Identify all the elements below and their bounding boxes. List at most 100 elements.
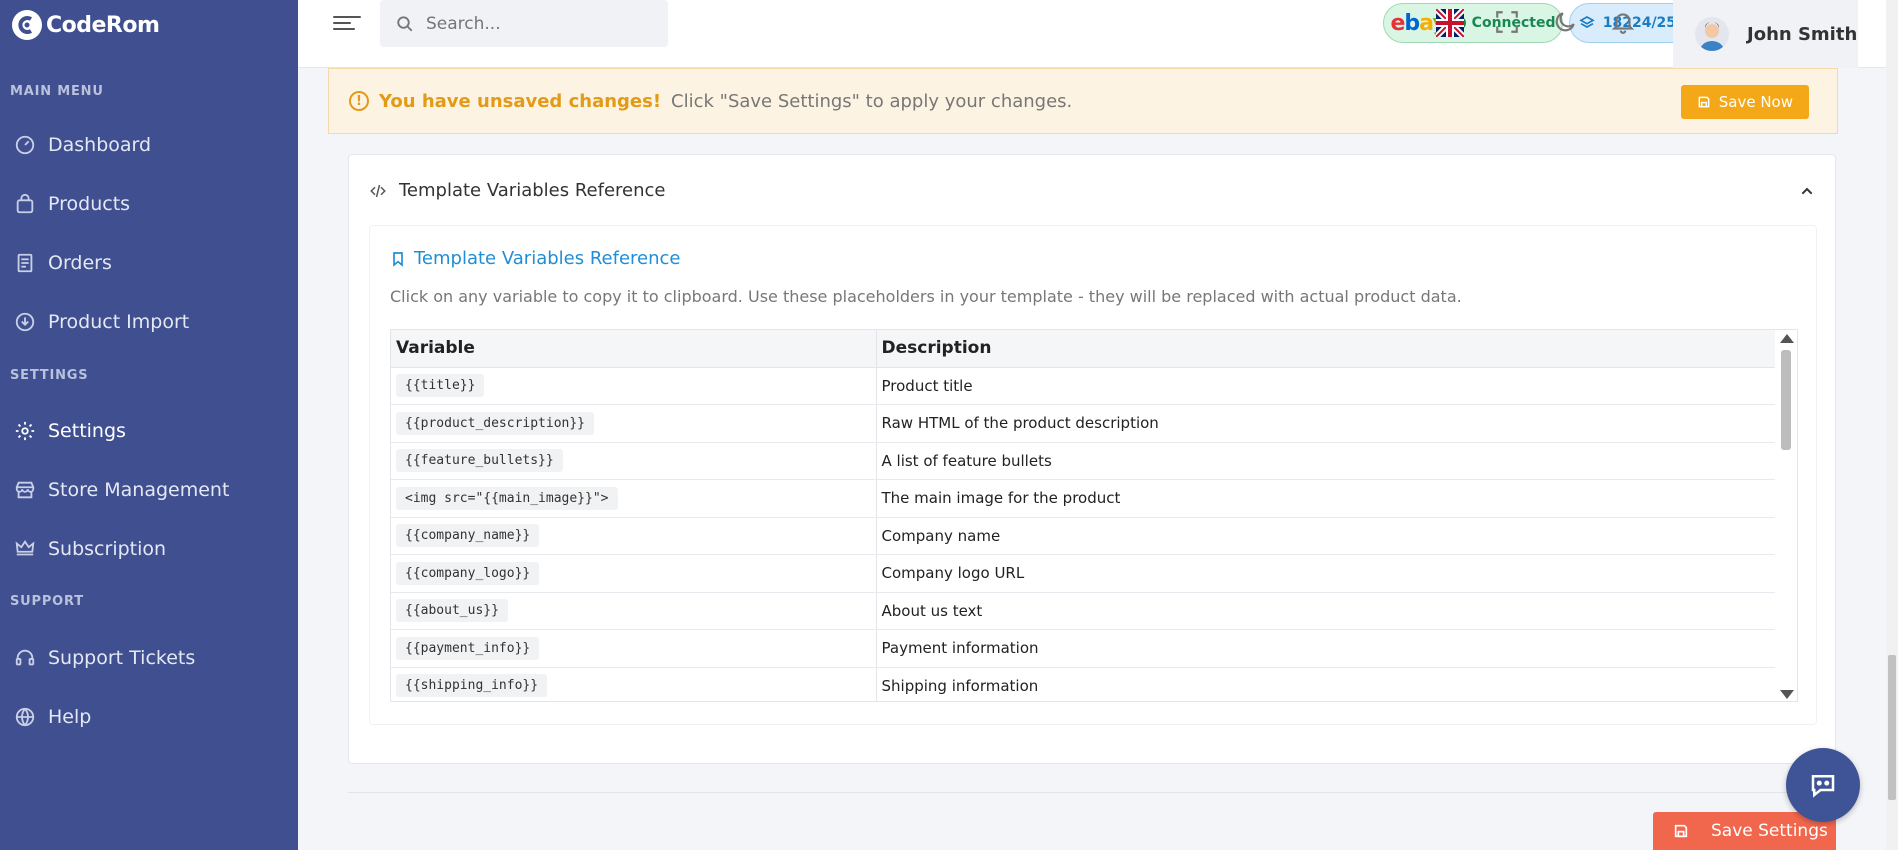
reference-card-heading: Template Variables Reference <box>414 248 681 269</box>
user-menu[interactable]: John Smith <box>1673 0 1858 68</box>
sidebar-item-label: Dashboard <box>48 134 152 156</box>
section-label-settings: SETTINGS <box>10 368 89 383</box>
floppy-disk-icon <box>1674 824 1688 838</box>
scroll-down-arrow-icon[interactable] <box>1780 690 1794 699</box>
variable-code[interactable]: {{title}} <box>396 374 485 398</box>
sidebar-item-label: Support Tickets <box>48 647 196 669</box>
sidebar-item-subscription[interactable]: Subscription <box>14 538 166 560</box>
section-label-support: SUPPORT <box>10 594 84 609</box>
table-row: {{title}} Product title <box>391 367 1777 405</box>
gear-icon <box>15 421 35 441</box>
search-input[interactable] <box>426 13 646 34</box>
variable-description: Raw HTML of the product description <box>876 404 1777 443</box>
variable-code[interactable]: {{payment_info}} <box>396 636 540 660</box>
table-row: <img src="{{main_image}}"> The main image… <box>391 479 1777 518</box>
chevron-up-icon[interactable] <box>1799 183 1815 199</box>
floppy-disk-icon <box>1698 96 1710 108</box>
uk-flag-icon[interactable] <box>1433 6 1467 40</box>
sidebar-item-products[interactable]: Products <box>14 193 130 215</box>
fullscreen-icon[interactable] <box>1494 9 1522 37</box>
store-icon <box>15 481 35 499</box>
variable-description: Shipping information <box>876 667 1777 701</box>
table-header-row: Variable Description <box>391 330 1777 368</box>
brand-name: CodeRom <box>46 12 160 38</box>
table-row: {{company_logo}} Company logo URL <box>391 554 1777 593</box>
ebay-connection-badge[interactable]: ebay Connected <box>1383 3 1563 43</box>
table-row: {{shipping_info}} Shipping information <box>391 667 1777 701</box>
sidebar-item-settings[interactable]: Settings <box>14 420 126 442</box>
variable-description: Product title <box>876 367 1777 405</box>
table-row: {{about_us}} About us text <box>391 592 1777 630</box>
brand-logo[interactable]: CodeRom <box>12 10 160 40</box>
table-row: {{payment_info}} Payment information <box>391 629 1777 668</box>
variables-table-container[interactable]: Variable Description {{title}} Product ti… <box>390 329 1798 702</box>
sidebar-item-support-tickets[interactable]: Support Tickets <box>14 647 195 669</box>
variables-table: Variable Description {{title}} Product ti… <box>391 330 1777 701</box>
table-row: {{company_name}} Company name <box>391 517 1777 555</box>
variable-description: Company logo URL <box>876 554 1777 593</box>
sidebar-item-dashboard[interactable]: Dashboard <box>14 134 151 156</box>
alert-message: Click "Save Settings" to apply your chan… <box>671 90 1073 112</box>
chat-bubble-icon <box>1811 775 1835 798</box>
table-row: {{feature_bullets}} A list of feature bul… <box>391 442 1777 480</box>
variable-description: Payment information <box>876 629 1777 668</box>
sidebar-item-help[interactable]: Help <box>14 706 91 728</box>
search-box[interactable] <box>380 0 668 47</box>
sidebar-item-label: Products <box>48 193 131 215</box>
save-now-label: Save Now <box>1718 93 1793 111</box>
variable-code[interactable]: {{company_logo}} <box>396 561 540 585</box>
sidebar-item-label: Settings <box>48 420 126 442</box>
variable-code[interactable]: <img src="{{main_image}}"> <box>396 486 618 510</box>
hamburger-menu-icon[interactable] <box>333 12 361 34</box>
notification-bell-icon[interactable] <box>1610 9 1638 37</box>
user-name: John Smith <box>1747 23 1858 45</box>
variable-code[interactable]: {{about_us}} <box>396 599 508 623</box>
dark-mode-moon-icon[interactable] <box>1552 9 1580 37</box>
column-header-description: Description <box>876 330 1777 368</box>
top-header: ebay Connected 18224/25000 John Smith <box>298 0 1898 68</box>
reference-card: Template Variables Reference Click on an… <box>369 225 1817 725</box>
headset-icon <box>15 649 35 666</box>
chat-support-button[interactable] <box>1786 748 1860 822</box>
variable-code[interactable]: {{product_description}} <box>396 411 595 435</box>
unsaved-changes-alert: ! You have unsaved changes! Click "Save … <box>328 68 1838 134</box>
sidebar-item-orders[interactable]: Orders <box>14 252 112 274</box>
section-divider <box>348 792 1836 793</box>
variable-description: A list of feature bullets <box>876 442 1777 480</box>
section-label-main-menu: MAIN MENU <box>10 84 104 99</box>
warning-icon: ! <box>349 91 369 111</box>
panel-title: Template Variables Reference <box>399 180 666 201</box>
alert-title: You have unsaved changes! <box>379 90 662 112</box>
save-now-button[interactable]: Save Now <box>1680 85 1809 119</box>
search-icon <box>397 15 413 31</box>
reference-description: Click on any variable to copy it to clip… <box>390 287 1462 306</box>
variable-code[interactable]: {{shipping_info}} <box>396 674 548 698</box>
sidebar-item-label: Orders <box>48 252 112 274</box>
page-scrollbar[interactable] <box>1886 0 1898 850</box>
avatar <box>1695 17 1729 51</box>
gauge-icon <box>15 135 35 155</box>
panel-header[interactable]: Template Variables Reference <box>369 180 665 201</box>
sidebar-item-label: Subscription <box>48 538 167 560</box>
globe-icon <box>15 707 35 727</box>
template-variables-panel: Template Variables Reference Template Va… <box>348 154 1836 764</box>
column-header-variable: Variable <box>391 330 877 368</box>
sidebar-item-store-management[interactable]: Store Management <box>14 479 229 501</box>
bookmark-icon <box>393 251 403 267</box>
table-row: {{product_description}} Raw HTML of the p… <box>391 404 1777 443</box>
scroll-thumb[interactable] <box>1781 350 1791 450</box>
sidebar-item-label: Product Import <box>48 311 190 333</box>
page-scroll-thumb[interactable] <box>1888 655 1896 800</box>
sidebar-item-product-import[interactable]: Product Import <box>14 311 189 333</box>
layers-icon <box>1579 16 1595 28</box>
save-settings-label: Save Settings <box>1711 821 1828 841</box>
scroll-up-arrow-icon[interactable] <box>1780 334 1794 343</box>
table-scrollbar[interactable] <box>1775 330 1797 701</box>
sidebar-item-label: Help <box>48 706 92 728</box>
bag-icon <box>16 193 34 214</box>
variable-code[interactable]: {{company_name}} <box>396 524 540 548</box>
variable-code[interactable]: {{feature_bullets}} <box>396 449 563 473</box>
crown-icon <box>15 540 35 556</box>
document-icon <box>17 253 33 273</box>
logo-icon <box>12 10 42 40</box>
